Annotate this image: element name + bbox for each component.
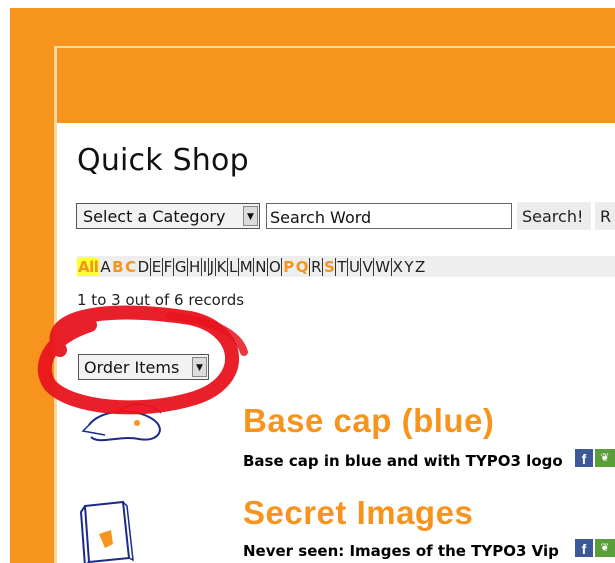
- dropdown-arrow-icon[interactable]: ▼: [243, 206, 258, 226]
- typo3-book-icon[interactable]: [77, 498, 147, 563]
- alphabet-letter-b[interactable]: B: [111, 258, 124, 276]
- reset-button[interactable]: R: [595, 202, 615, 230]
- alphabet-letter-u[interactable]: U: [348, 257, 362, 276]
- shop-panel: Quick Shop Select a Category ▼ Search! R…: [57, 48, 615, 563]
- alphabet-letter-w[interactable]: W: [374, 257, 392, 276]
- share-icon[interactable]: ❦: [595, 449, 615, 467]
- category-select[interactable]: Select a Category ▼: [76, 203, 260, 229]
- alphabet-letter-j[interactable]: J: [209, 257, 216, 276]
- share-icon[interactable]: ❦: [595, 539, 615, 557]
- order-items-select[interactable]: Order Items ▼: [78, 354, 209, 380]
- order-select-value: Order Items: [84, 358, 180, 377]
- alphabet-letter-g[interactable]: G: [174, 257, 188, 276]
- alphabet-letter-k[interactable]: K: [216, 257, 228, 276]
- product-title[interactable]: Secret Images: [243, 494, 473, 532]
- alphabet-letter-h[interactable]: H: [188, 257, 202, 276]
- alphabet-letter-all[interactable]: All: [77, 257, 100, 276]
- category-select-value: Select a Category: [83, 207, 226, 226]
- alphabet-letter-a[interactable]: A: [99, 258, 111, 276]
- product-description: Base cap in blue and with TYPO3 logo: [243, 452, 563, 470]
- alphabet-letter-e[interactable]: E: [151, 257, 163, 276]
- alphabet-letter-p[interactable]: P: [282, 258, 295, 276]
- alphabet-letter-m[interactable]: M: [239, 257, 255, 276]
- product-description: Never seen: Images of the TYPO3 Vip: [243, 542, 559, 560]
- cap-sketch-icon[interactable]: [79, 393, 179, 453]
- page-title: Quick Shop: [77, 143, 249, 178]
- alphabet-letter-i[interactable]: I: [202, 257, 209, 276]
- alphabet-letter-t[interactable]: T: [336, 257, 348, 276]
- social-share-group: f ❦: [575, 449, 615, 467]
- product-title[interactable]: Base cap (blue): [243, 402, 494, 440]
- alphabet-letter-f[interactable]: F: [163, 257, 174, 276]
- social-share-group: f ❦: [575, 539, 615, 557]
- alphabet-letter-y[interactable]: Y: [403, 258, 414, 276]
- alphabet-letter-n[interactable]: N: [254, 257, 268, 276]
- search-button[interactable]: Search!: [517, 202, 591, 230]
- facebook-icon[interactable]: f: [575, 539, 593, 557]
- alphabet-letter-c[interactable]: C: [124, 258, 137, 276]
- alphabet-letter-r[interactable]: R: [310, 257, 323, 276]
- alphabet-letter-l[interactable]: L: [228, 257, 239, 276]
- alphabet-letter-x[interactable]: X: [392, 258, 404, 276]
- alphabet-letter-q[interactable]: Q: [295, 257, 311, 276]
- alphabet-letter-z[interactable]: Z: [414, 258, 426, 276]
- alphabet-letter-d[interactable]: D: [137, 257, 151, 276]
- dropdown-arrow-icon[interactable]: ▼: [192, 357, 207, 377]
- search-input[interactable]: [266, 203, 512, 229]
- header-banner: [57, 48, 615, 123]
- alphabet-letter-v[interactable]: V: [361, 257, 375, 276]
- alphabet-letter-o[interactable]: O: [268, 257, 283, 276]
- alphabet-letter-s[interactable]: S: [323, 257, 337, 276]
- records-count: 1 to 3 out of 6 records: [77, 291, 245, 309]
- facebook-icon[interactable]: f: [575, 449, 593, 467]
- alphabet-filter-bar: All A B C D E F G H I J K L M N O P Q R S T U V W X Y Z: [77, 256, 615, 277]
